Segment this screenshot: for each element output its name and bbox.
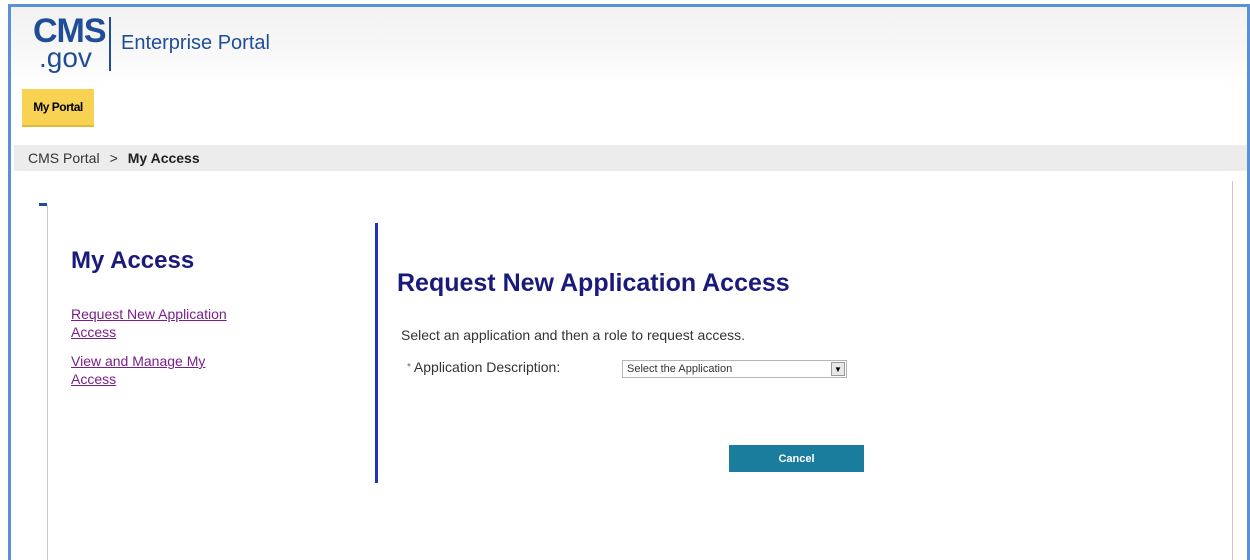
application-select[interactable]: Select the Application ▼ (622, 360, 847, 378)
logo-gov-text: .gov (39, 42, 92, 73)
breadcrumb-root[interactable]: CMS Portal (28, 150, 100, 166)
browser-frame: CMS .gov Enterprise Portal My Portal CMS… (8, 4, 1250, 560)
sidebar-link-request-access[interactable]: Request New Application Access (71, 305, 251, 341)
breadcrumb-current: My Access (127, 150, 200, 166)
chevron-down-icon[interactable]: ▼ (831, 362, 845, 376)
cms-gov-logo[interactable]: CMS .gov (29, 13, 109, 73)
breadcrumb-separator: > (109, 150, 118, 166)
content-corner-mark (39, 203, 47, 206)
application-description-label: Application Description: (413, 359, 561, 375)
instruction-text: Select an application and then a role to… (401, 327, 745, 343)
logo-divider (109, 17, 111, 71)
cancel-button[interactable]: Cancel (729, 445, 864, 472)
sidebar-link-manage-access[interactable]: View and Manage My Access (71, 352, 251, 388)
content-left-border (47, 205, 48, 560)
application-description-row: * Application Description: (407, 359, 560, 375)
application-select-value: Select the Application (627, 363, 733, 375)
tab-my-portal[interactable]: My Portal (22, 89, 94, 127)
page-title: Request New Application Access (397, 269, 790, 297)
required-marker: * (407, 362, 411, 373)
breadcrumb: CMS Portal > My Access (14, 145, 1247, 171)
sidebar-title: My Access (71, 247, 195, 274)
portal-name: Enterprise Portal (121, 32, 270, 54)
section-divider (375, 223, 378, 483)
site-header: CMS .gov Enterprise Portal (11, 7, 1247, 85)
content-right-border (1232, 181, 1233, 560)
